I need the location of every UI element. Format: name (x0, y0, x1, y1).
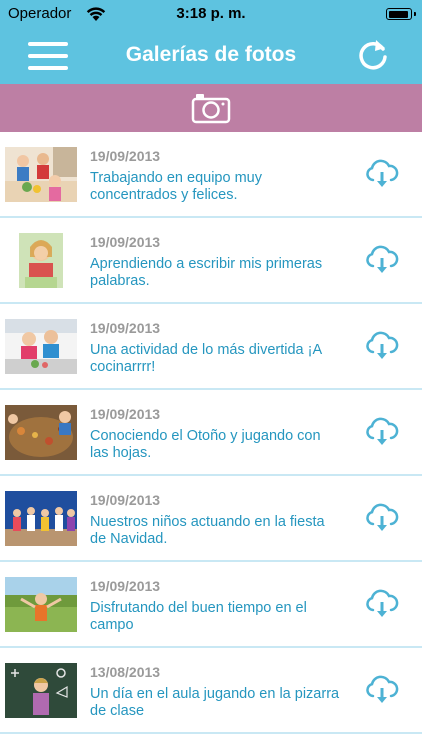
item-caption: Una actividad de lo más divertida ¡A coc… (90, 342, 322, 375)
refresh-button[interactable] (354, 37, 392, 75)
item-date: 19/09/2013 (90, 148, 161, 164)
item-date: 19/09/2013 (90, 320, 161, 336)
gallery-item[interactable]: 19/09/2013 Nuestros niños actuando en la… (0, 476, 422, 562)
download-button[interactable] (364, 502, 400, 534)
item-date: 19/09/2013 (90, 406, 161, 422)
item-caption: Un día en el aula jugando en la pizarra … (90, 686, 340, 719)
camera-toolbar (0, 84, 422, 132)
cloud-download-icon (366, 417, 399, 445)
hamburger-menu-icon (28, 54, 68, 58)
gallery-item[interactable]: 19/09/2013 Aprendiendo a escribir mis pr… (0, 218, 422, 304)
item-date: 19/09/2013 (90, 578, 161, 594)
cloud-download-icon (366, 159, 399, 187)
download-button[interactable] (364, 158, 400, 190)
menu-button[interactable] (28, 40, 68, 72)
page-title: Galerías de fotos (125, 43, 297, 66)
download-button[interactable] (364, 330, 400, 362)
gallery-thumbnail (5, 663, 77, 718)
item-date: 19/09/2013 (90, 234, 161, 250)
download-button[interactable] (364, 416, 400, 448)
gallery-list: 19/09/2013 Trabajando en equipo muy conc… (0, 132, 422, 734)
battery-fill (388, 10, 409, 18)
cloud-download-icon (366, 503, 399, 531)
download-button[interactable] (364, 588, 400, 620)
item-caption: Nuestros niños actuando en la fiesta de … (90, 514, 325, 547)
item-caption: Trabajando en equipo muy concentrados y … (90, 170, 262, 203)
gallery-item[interactable]: 13/08/2013 Un día en el aula jugando en … (0, 648, 422, 734)
gallery-thumbnail (5, 405, 77, 460)
cloud-download-icon (366, 589, 399, 617)
gallery-thumbnail (19, 233, 63, 288)
gallery-thumbnail (5, 491, 77, 546)
item-date: 19/09/2013 (90, 492, 161, 508)
download-button[interactable] (364, 244, 400, 276)
refresh-icon (359, 40, 387, 70)
gallery-item[interactable]: 19/09/2013 Una actividad de lo más diver… (0, 304, 422, 390)
gallery-item[interactable]: 19/09/2013 Disfrutando del buen tiempo e… (0, 562, 422, 648)
cloud-download-icon (366, 675, 399, 703)
item-caption: Aprendiendo a escribir mis primeras pala… (90, 256, 323, 289)
cloud-download-icon (366, 331, 399, 359)
gallery-thumbnail (5, 147, 77, 202)
gallery-thumbnail (5, 577, 77, 632)
gallery-item[interactable]: 19/09/2013 Conociendo el Otoño y jugando… (0, 390, 422, 476)
item-date: 13/08/2013 (90, 664, 161, 680)
gallery-thumbnail (5, 319, 77, 374)
battery-nub (414, 12, 416, 16)
cloud-download-icon (366, 245, 399, 273)
navigation-bar: Galerías de fotos (0, 28, 422, 84)
battery-icon (386, 8, 416, 20)
item-caption: Conociendo el Otoño y jugando con las ho… (90, 428, 321, 461)
download-button[interactable] (364, 674, 400, 706)
gallery-item[interactable]: 19/09/2013 Trabajando en equipo muy conc… (0, 132, 422, 218)
status-bar: Operador 3:18 p. m. (0, 0, 422, 28)
hamburger-menu-icon (28, 42, 68, 46)
camera-icon (191, 94, 231, 124)
item-caption: Disfrutando del buen tiempo en el campo (90, 600, 307, 633)
status-time: 3:18 p. m. (176, 5, 246, 22)
camera-button[interactable] (191, 92, 231, 124)
hamburger-menu-icon (28, 66, 68, 70)
